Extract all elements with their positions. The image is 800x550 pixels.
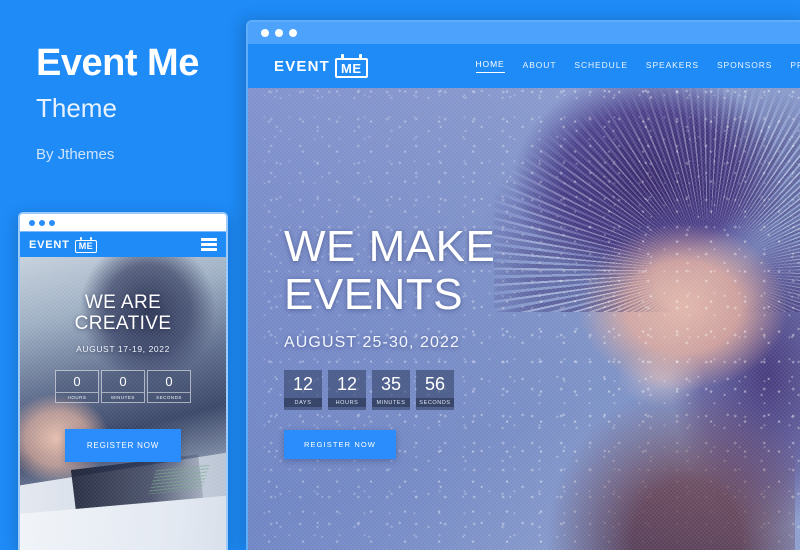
- mobile-hero-headline-line2: CREATIVE: [74, 312, 172, 334]
- countdown-label-hours: HOURS: [328, 397, 366, 407]
- desktop-nav-menu: HOME ABOUT SCHEDULE SPEAKERS SPONSORS PR…: [475, 59, 800, 73]
- mobile-hero-photo: WE ARE CREATIVE AUGUST 17-19, 2022 0 HOU…: [20, 257, 226, 550]
- site-logo[interactable]: EVENT ME: [274, 53, 368, 78]
- promo-subtitle: Theme: [36, 92, 117, 123]
- desktop-titlebar: [248, 22, 800, 44]
- mobile-window-dot-close-icon[interactable]: [29, 219, 35, 226]
- mobile-hero-content: WE ARE CREATIVE AUGUST 17-19, 2022 0 HOU…: [20, 292, 226, 463]
- countdown-label-seconds: SECONDS: [416, 397, 454, 407]
- mobile-countdown-cell-hours: 0 HOURS: [55, 369, 99, 404]
- countdown-label-days: DAYS: [284, 397, 322, 407]
- countdown-cell-days: 12 DAYS: [284, 370, 322, 410]
- nav-item-sponsors[interactable]: SPONSORS: [717, 60, 772, 73]
- nav-item-speakers[interactable]: SPEAKERS: [646, 60, 699, 73]
- mobile-navbar: EVENT ME: [20, 231, 226, 257]
- mobile-hero-date: AUGUST 17-19, 2022: [76, 343, 170, 354]
- promo-title: Event Me: [36, 42, 199, 84]
- countdown-label-minutes: MINUTES: [372, 397, 410, 407]
- hero-date: AUGUST 25-30, 2022: [284, 334, 461, 352]
- desktop-browser-mockup: EVENT ME HOME ABOUT SCHEDULE SPEAKERS SP…: [246, 20, 800, 550]
- mobile-hero-headline: WE ARE CREATIVE: [20, 292, 226, 335]
- desktop-hero-content: WE MAKE EVENTS AUGUST 25-30, 2022 12 DAY…: [284, 223, 495, 459]
- mobile-countdown-cell-seconds: 0 SECONDS: [147, 369, 191, 404]
- mobile-countdown-label-minutes: MINUTES: [102, 392, 144, 400]
- countdown-value-days: 12: [292, 374, 314, 395]
- mobile-countdown-value-seconds: 0: [165, 373, 173, 389]
- hero-headline: WE MAKE EVENTS: [284, 223, 495, 318]
- mobile-countdown-cell-minutes: 0 MINUTES: [101, 369, 145, 404]
- countdown-value-hours: 12: [336, 374, 358, 395]
- mobile-hero-headline-line1: WE ARE: [84, 292, 162, 313]
- nav-item-about[interactable]: ABOUT: [523, 60, 557, 73]
- mobile-window-dot-minimize-icon[interactable]: [39, 219, 45, 226]
- nav-item-home[interactable]: HOME: [475, 59, 505, 73]
- window-dot-minimize-icon[interactable]: [275, 29, 283, 37]
- hero-hair: [538, 330, 795, 550]
- countdown-cell-hours: 12 HOURS: [328, 370, 366, 410]
- promo-block: Event Me Theme By Jthemes: [36, 42, 236, 164]
- hero-headline-line1: WE MAKE: [284, 222, 496, 271]
- mobile-window-dot-maximize-icon[interactable]: [49, 219, 55, 226]
- hero-headline-line2: EVENTS: [284, 269, 464, 319]
- mobile-titlebar: [20, 214, 226, 231]
- mobile-countdown-timer: 0 HOURS 0 MINUTES 0 SECONDS: [20, 369, 226, 404]
- nav-item-price[interactable]: PRICE: [790, 60, 800, 73]
- mobile-countdown-label-seconds: SECONDS: [148, 392, 190, 400]
- countdown-cell-minutes: 35 MINUTES: [372, 370, 410, 410]
- hamburger-menu-icon[interactable]: [201, 238, 217, 251]
- promo-author: By Jthemes: [36, 146, 115, 164]
- mobile-logo-calendar-icon: ME: [74, 236, 98, 253]
- nav-item-schedule[interactable]: SCHEDULE: [574, 60, 628, 73]
- countdown-value-seconds: 56: [424, 374, 446, 395]
- countdown-timer: 12 DAYS 12 HOURS 35 MINUTES 56 SECONDS: [284, 370, 495, 410]
- desktop-hero-photo: WE MAKE EVENTS AUGUST 25-30, 2022 12 DAY…: [248, 88, 800, 550]
- mobile-countdown-value-hours: 0: [73, 373, 81, 389]
- desktop-navbar: EVENT ME HOME ABOUT SCHEDULE SPEAKERS SP…: [248, 44, 800, 88]
- countdown-value-minutes: 35: [380, 374, 402, 395]
- mobile-site-logo[interactable]: EVENT ME: [29, 236, 98, 253]
- logo-word: EVENT: [274, 57, 331, 75]
- mobile-register-now-button[interactable]: REGISTER NOW: [64, 429, 182, 463]
- register-now-button[interactable]: REGISTER NOW: [284, 429, 396, 459]
- mobile-logo-word: EVENT: [29, 238, 70, 251]
- countdown-cell-seconds: 56 SECONDS: [416, 370, 454, 410]
- logo-calendar-icon: ME: [335, 53, 368, 78]
- mobile-countdown-label-hours: HOURS: [56, 392, 98, 400]
- window-dot-close-icon[interactable]: [261, 29, 269, 37]
- hero-fur-strands: [493, 88, 800, 312]
- mobile-countdown-value-minutes: 0: [119, 373, 127, 389]
- window-dot-maximize-icon[interactable]: [289, 29, 297, 37]
- mobile-browser-mockup: EVENT ME WE ARE CREATIVE AUGUST 17-19, 2…: [18, 212, 228, 550]
